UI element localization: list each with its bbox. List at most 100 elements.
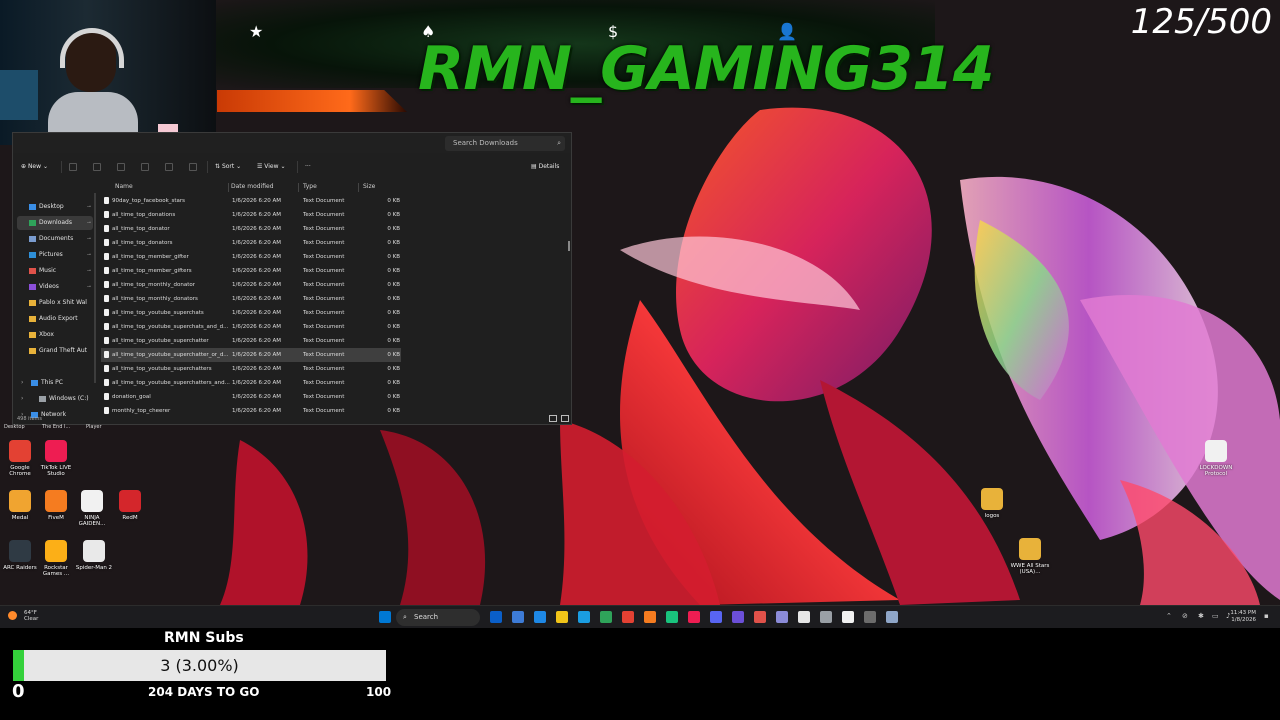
file-row[interactable]: all_time_top_youtube_superchatter_or_d..… [101,348,401,362]
taskbar-app-icon[interactable] [556,611,568,623]
desktop-shortcut[interactable]: ARC Raiders [0,540,40,571]
taskbar-app-icon[interactable] [490,611,502,623]
taskbar-app-icon[interactable] [776,611,788,623]
nav-item[interactable]: Documents ⊸ [17,232,93,246]
subscriber-goal-widget: RMN Subs 3 (3.00%) 0 204 DAYS TO GO 100 [0,628,1280,720]
file-row[interactable]: monthly_top_cheerer 1/6/2026 6:20 AM Text … [101,404,401,418]
weather-widget[interactable]: 64°F Clear [8,610,38,622]
file-row[interactable]: all_time_top_donator 1/6/2026 6:20 AM Text… [101,222,401,236]
nav-scrollbar[interactable] [94,193,96,383]
desktop-shortcut[interactable]: Rockstar Games ... [36,540,76,577]
taskbar-app-icon[interactable] [666,611,678,623]
file-row[interactable]: all_time_top_member_gifter 1/6/2026 6:20 … [101,250,401,264]
app-icon [9,490,31,512]
nav-item[interactable]: Audio Export [17,312,93,326]
app-icon [45,540,67,562]
file-row[interactable]: all_time_top_donators 1/6/2026 6:20 AM Tex… [101,236,401,250]
taskbar-app-icon[interactable] [732,611,744,623]
taskbar-app-icon[interactable] [754,611,766,623]
desktop-shortcut[interactable]: RedM [110,490,150,521]
file-row[interactable]: all_time_top_youtube_superchats 1/6/2026 … [101,306,401,320]
desktop-shortcut[interactable]: FiveM [36,490,76,521]
copy-icon[interactable] [93,163,101,171]
taskbar-clock[interactable]: 11:43 PM 1/8/2026 [1230,610,1256,624]
desktop-shortcut[interactable]: logos [972,488,1012,519]
desktop-shortcut[interactable]: NINJA GAIDEN... [72,490,112,527]
screen: ★ ♠ $ 👤 RMN_GAMING314 125/500 Search Dow… [0,0,1280,720]
nav-item[interactable]: Desktop ⊸ [17,200,93,214]
sort-button[interactable]: ⇅ Sort ⌄ [215,162,241,172]
taskbar-app-icon[interactable] [644,611,656,623]
desktop-shortcut[interactable]: WWE All Stars (USA)... [1010,538,1050,575]
paste-icon[interactable] [117,163,125,171]
desktop-shortcut[interactable]: LOCKDOWN Protocol [1196,440,1236,477]
taskbar-app-icon[interactable] [534,611,546,623]
column-header-type[interactable]: Type [303,183,317,191]
network-icon[interactable]: ▭ [1212,612,1219,620]
nav-item[interactable]: Xbox [17,328,93,342]
subs-goal-max: 100 [366,685,392,699]
taskbar-app-icon[interactable] [864,611,876,623]
file-row[interactable]: donation_goal 1/6/2026 6:20 AM Text Docume… [101,390,401,404]
taskbar-app-icon[interactable] [842,611,854,623]
desktop-shortcut[interactable]: Medal [0,490,40,521]
file-row[interactable]: all_time_top_monthly_donator 1/6/2026 6:2… [101,278,401,292]
more-options-button[interactable]: ··· [305,162,311,172]
nav-item[interactable]: Downloads ⊸ [17,216,93,230]
nav-item[interactable]: Videos ⊸ [17,280,93,294]
file-row[interactable]: 90day_top_facebook_stars 1/6/2026 6:20 AM… [101,194,401,208]
taskbar-app-icon[interactable] [600,611,612,623]
share-icon[interactable] [165,163,173,171]
taskbar-app-icon[interactable] [710,611,722,623]
column-header-size[interactable]: Size [363,183,375,191]
new-button[interactable]: ⊕ New ⌄ [21,162,48,172]
taskbar-app-icon[interactable] [578,611,590,623]
taskbar-app-icon[interactable] [688,611,700,623]
taskbar-app-icon[interactable] [512,611,524,623]
taskbar-app-icon[interactable] [798,611,810,623]
nav-tree-item[interactable]: › This PC [17,376,93,390]
desktop-shortcut[interactable]: Spider-Man 2 [74,540,114,571]
taskbar-app-icon[interactable] [820,611,832,623]
tiles-view-toggle[interactable] [561,415,569,422]
file-row[interactable]: all_time_top_monthly_donators 1/6/2026 6:… [101,292,401,306]
column-header-date[interactable]: Date modified [231,183,274,191]
nav-item[interactable]: Music ⊸ [17,264,93,278]
desktop-shortcut[interactable]: TikTok LIVE Studio [36,440,76,477]
nav-item[interactable]: Pablo x Shit Wal [17,296,93,310]
tray-app-icon[interactable]: ⊘ [1182,612,1188,620]
details-view-toggle[interactable] [549,415,557,422]
webcam-feed [0,0,216,145]
file-list-scrollbar[interactable] [568,241,570,251]
desktop-shortcut[interactable]: Google Chrome [0,440,40,477]
file-name: all_time_top_youtube_superchats [112,310,204,316]
delete-icon[interactable] [189,163,197,171]
chevron-up-icon[interactable]: ⌃ [1166,612,1172,620]
nav-item[interactable]: Grand Theft Aut [17,344,93,358]
view-button[interactable]: ☰ View ⌄ [257,162,285,172]
nav-item[interactable]: Pictures ⊸ [17,248,93,262]
nav-tree-item[interactable]: › Windows (C:) [17,392,93,406]
file-row[interactable]: all_time_top_youtube_superchatter 1/6/202… [101,334,401,348]
bluetooth-icon[interactable]: ✱ [1198,612,1204,620]
chevron-right-icon[interactable]: › [21,392,23,406]
taskbar-app-icon[interactable] [622,611,634,623]
file-row[interactable]: all_time_top_donations 1/6/2026 6:20 AM Te… [101,208,401,222]
file-explorer-window[interactable]: Search Downloads ⌕ ⊕ New ⌄ ⇅ Sort ⌄ ☰ Vi… [12,132,572,425]
taskbar-app-icon[interactable] [886,611,898,623]
file-type: Text Document [303,380,345,386]
file-row[interactable]: all_time_top_youtube_superchats_and_d...… [101,320,401,334]
search-input[interactable]: Search Downloads ⌕ [445,136,565,151]
windows-start-icon[interactable] [379,611,391,623]
rename-icon[interactable] [141,163,149,171]
file-row[interactable]: all_time_top_youtube_superchatters_and..… [101,376,401,390]
file-row[interactable]: all_time_top_member_gifters 1/6/2026 6:20… [101,264,401,278]
explorer-address-bar[interactable]: Search Downloads ⌕ [13,133,571,153]
details-button[interactable]: ▤ Details [531,162,559,172]
file-row[interactable]: all_time_top_youtube_superchatters 1/6/20… [101,362,401,376]
column-header-name[interactable]: Name [115,183,133,191]
cut-icon[interactable] [69,163,77,171]
notification-icon[interactable]: ▪ [1264,612,1269,620]
chevron-right-icon[interactable]: › [21,376,23,390]
taskbar-search[interactable]: ⌕ Search [396,609,480,626]
